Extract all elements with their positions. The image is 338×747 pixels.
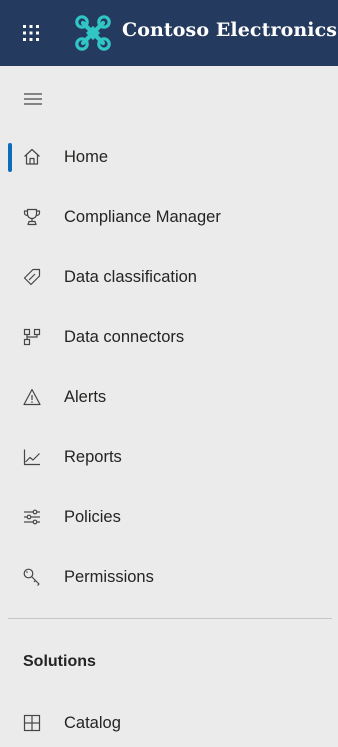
sidebar-item-label: Reports [64, 448, 122, 466]
sidebar-nav: Home Compliance Manager Data classificat… [0, 66, 338, 747]
active-indicator [8, 143, 12, 172]
sidebar-item-label: Home [64, 148, 109, 166]
sidebar-item-reports[interactable]: Reports [0, 437, 338, 477]
sidebar-item-label: Data classification [64, 268, 197, 286]
app-launcher-icon[interactable] [22, 24, 40, 42]
sidebar-item-catalog[interactable]: Catalog [0, 703, 338, 743]
app-header: Contoso Electronics [0, 0, 338, 66]
collapse-nav-icon[interactable] [24, 93, 42, 105]
home-icon [22, 147, 42, 167]
sidebar-item-label: Permissions [64, 568, 154, 586]
sliders-icon [22, 507, 42, 527]
sidebar-item-label: Policies [64, 508, 121, 526]
sidebar-item-label: Catalog [64, 714, 121, 732]
key-icon [22, 567, 42, 587]
sidebar-item-label: Data connectors [64, 328, 185, 346]
contoso-logo-icon [74, 14, 112, 52]
trophy-icon [22, 207, 42, 227]
sidebar-item-alerts[interactable]: Alerts [0, 377, 338, 417]
brand-name[interactable]: Contoso Electronics [122, 19, 337, 41]
sidebar-item-permissions[interactable]: Permissions [0, 557, 338, 597]
sidebar-item-data-connectors[interactable]: Data connectors [0, 317, 338, 357]
solutions-section-title: Solutions [23, 653, 96, 670]
sidebar-item-label: Alerts [64, 388, 107, 406]
sidebar-item-policies[interactable]: Policies [0, 497, 338, 537]
tag-icon [22, 267, 42, 287]
chart-line-icon [22, 447, 42, 467]
sidebar-item-label: Compliance Manager [64, 208, 221, 226]
catalog-icon [22, 713, 42, 733]
sidebar-item-data-classification[interactable]: Data classification [0, 257, 338, 297]
sidebar-item-home[interactable]: Home [0, 137, 338, 177]
sidebar-item-compliance-manager[interactable]: Compliance Manager [0, 197, 338, 237]
connector-icon [22, 327, 42, 347]
nav-divider [8, 618, 332, 619]
warning-icon [22, 387, 42, 407]
